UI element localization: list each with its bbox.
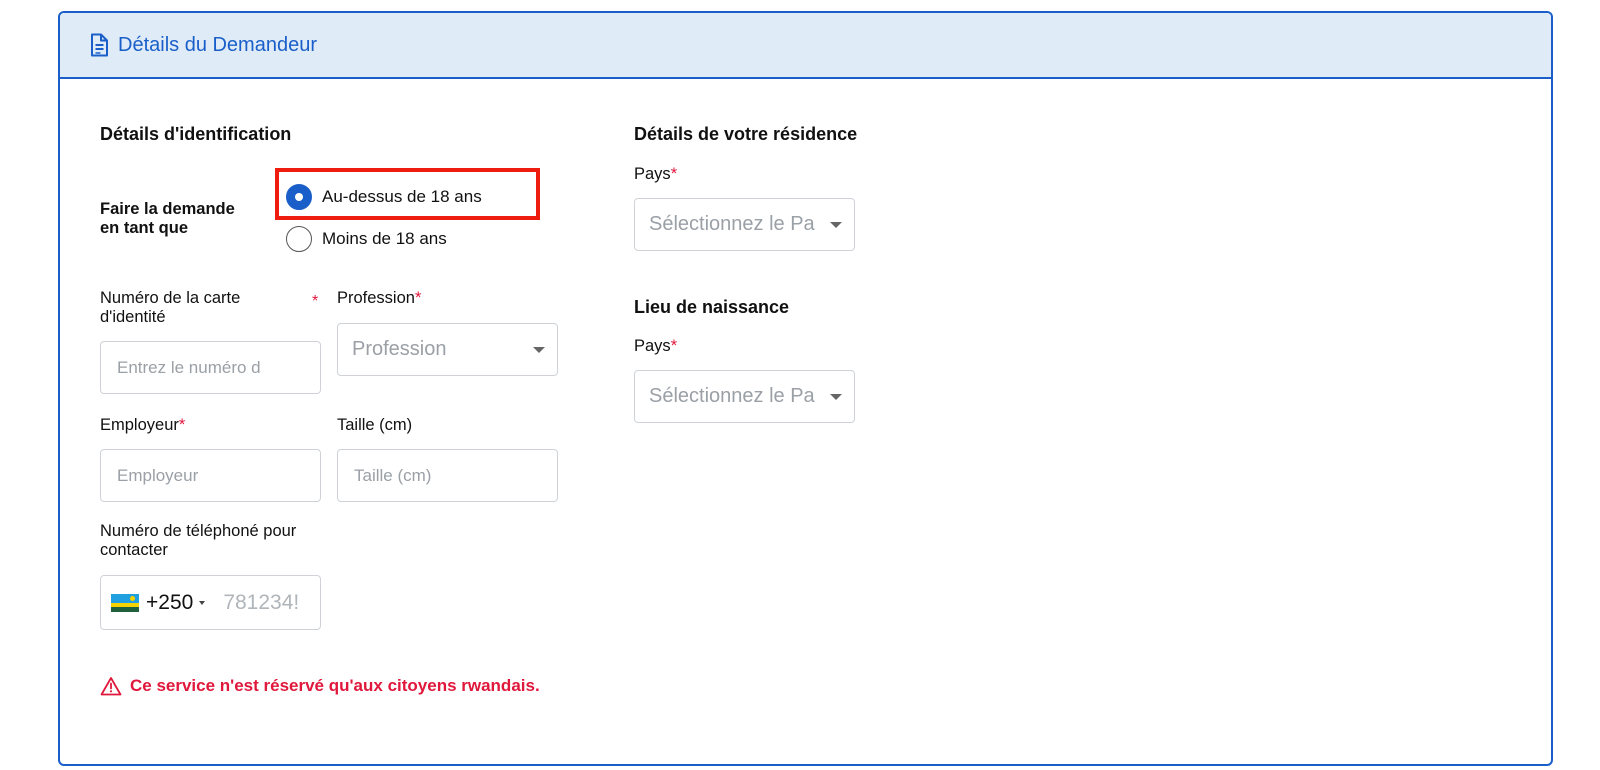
id-number-placeholder: Entrez le numéro d — [117, 357, 261, 377]
phone-placeholder: 781234! — [223, 590, 300, 614]
id-number-input[interactable]: Entrez le numéro d — [100, 341, 321, 394]
warning-icon — [100, 676, 122, 696]
employer-label-text: Employeur — [100, 416, 179, 434]
radio-under-18[interactable]: Moins de 18 ans — [286, 226, 447, 252]
height-label: Taille (cm) — [337, 416, 413, 434]
profession-placeholder: Profession — [352, 338, 447, 360]
caret-down-icon[interactable] — [199, 600, 206, 605]
profession-label: Profession* — [337, 289, 421, 308]
profession-label-text: Profession — [337, 289, 415, 307]
birthplace-country-placeholder: Sélectionnez le Pa — [649, 385, 815, 407]
radio-checked-icon[interactable] — [286, 184, 312, 210]
radio-over-18[interactable]: Au-dessus de 18 ans — [286, 184, 482, 210]
employer-required-mark: * — [178, 416, 186, 434]
residence-country-select[interactable]: Sélectionnez le Pa — [634, 198, 855, 251]
chevron-down-icon — [830, 393, 842, 400]
chevron-down-icon — [533, 346, 545, 353]
height-placeholder: Taille (cm) — [354, 465, 432, 485]
card-header: Détails du Demandeur — [60, 13, 1551, 79]
birthplace-title: Lieu de naissance — [634, 297, 790, 317]
phone-label: Numéro de téléphoné pour contacter — [100, 522, 297, 559]
dial-code[interactable]: +250 — [146, 591, 193, 615]
rwanda-flag-icon[interactable] — [111, 593, 139, 612]
height-input[interactable]: Taille (cm) — [337, 449, 558, 502]
employer-label: Employeur* — [100, 416, 185, 435]
phone-input[interactable]: +250 781234! — [100, 575, 321, 630]
employer-input[interactable]: Employeur — [100, 449, 321, 502]
card-title: Détails du Demandeur — [118, 33, 317, 56]
residence-country-label-text: Pays — [634, 165, 671, 183]
warning-text: Ce service n'est réservé qu'aux citoyens… — [130, 676, 540, 695]
document-icon — [88, 33, 110, 57]
identification-title: Détails d'identification — [100, 124, 292, 144]
residence-country-placeholder: Sélectionnez le Pa — [649, 213, 815, 235]
birthplace-country-select[interactable]: Sélectionnez le Pa — [634, 370, 855, 423]
birthplace-required-mark: * — [670, 337, 678, 355]
apply-as-label: Faire la demande en tant que — [100, 200, 235, 237]
id-number-label: Numéro de la carte d'identité — [100, 289, 241, 326]
birthplace-country-label: Pays* — [634, 337, 677, 356]
employer-placeholder: Employeur — [117, 465, 199, 485]
profession-required-mark: * — [414, 289, 422, 307]
birthplace-country-label-text: Pays — [634, 337, 671, 355]
radio-under-18-label: Moins de 18 ans — [322, 229, 447, 248]
residence-title: Détails de votre résidence — [634, 124, 858, 144]
radio-over-18-label: Au-dessus de 18 ans — [322, 187, 482, 206]
residence-required-mark: * — [670, 165, 678, 183]
warning-message: Ce service n'est réservé qu'aux citoyens… — [100, 676, 540, 696]
chevron-down-icon — [830, 221, 842, 228]
residence-country-label: Pays* — [634, 165, 677, 184]
profession-select[interactable]: Profession — [337, 323, 558, 376]
id-number-required-mark: * — [312, 293, 319, 310]
radio-unchecked-icon[interactable] — [286, 226, 312, 252]
